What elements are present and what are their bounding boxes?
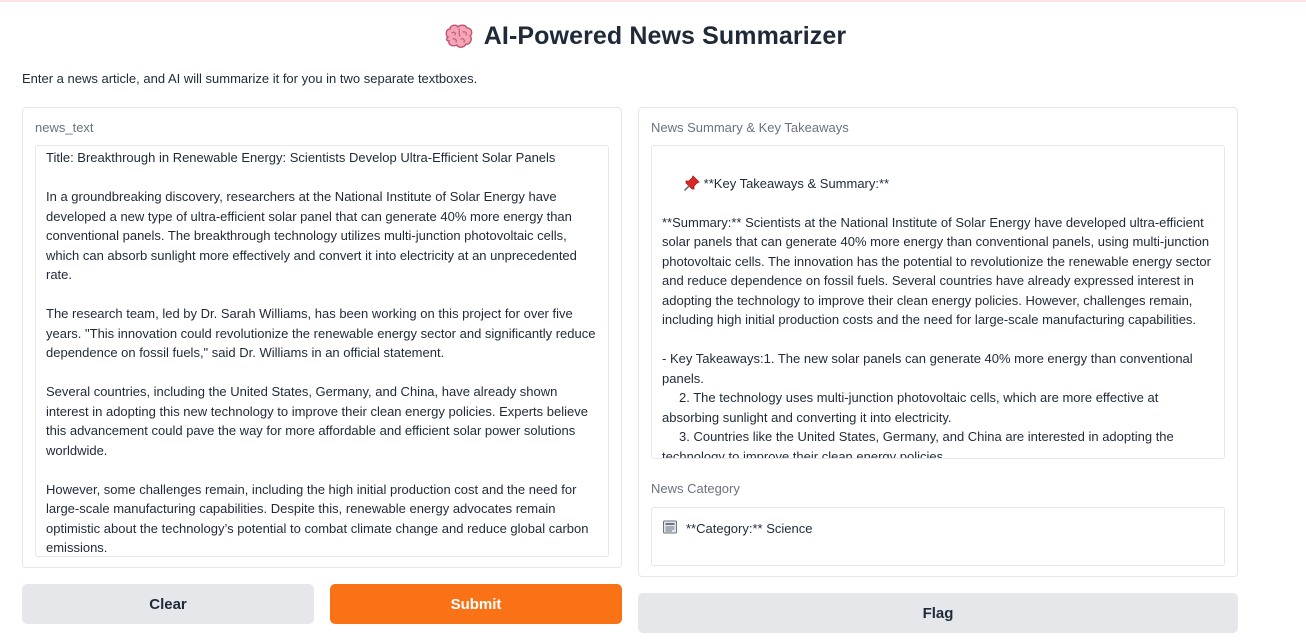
page-title: AI-Powered News Summarizer [483,21,847,50]
article-paragraph: The research team, led by Dr. Sarah Will… [46,306,596,360]
summary-spacer [662,330,1214,350]
flag-button[interactable]: Flag [638,593,1238,633]
newspaper-icon [663,520,677,534]
category-output[interactable]: **Category:** Science [651,507,1225,566]
takeaway-item: 3. Countries like the United States, Ger… [662,427,1214,459]
pushpin-icon [683,174,700,191]
takeaway-item: - Key Takeaways:1. The new solar panels … [662,351,1197,386]
category-text: **Category:** Science [686,521,813,536]
takeaway-item: 2. The technology uses multi-junction ph… [662,388,1214,427]
article-paragraph: Several countries, including the United … [46,384,588,458]
news-text-input[interactable]: Title: Breakthrough in Renewable Energy:… [35,145,609,557]
takeaway-text: 2. The technology uses multi-junction ph… [662,390,1162,425]
summary-output[interactable]: **Key Takeaways & Summary:** **Summary:*… [651,145,1225,459]
clear-button[interactable]: Clear [22,584,314,624]
top-accent-line [0,0,1306,2]
news-text-label: news_text [35,120,94,135]
summary-text: **Summary:** Scientists at the National … [662,214,1215,328]
takeaway-text: 3. Countries like the United States, Ger… [662,429,1178,459]
summary-heading: **Key Takeaways & Summary:** [703,175,890,191]
output-panel: News Summary & Key Takeaways **Key Takea… [638,107,1238,577]
page-header: AI-Powered News Summarizer [0,19,1306,53]
page-description: Enter a news article, and AI will summar… [22,71,478,86]
submit-button[interactable]: Submit [330,584,622,624]
summary-heading-line: **Key Takeaways & Summary:** [662,154,1214,213]
article-title-line: Title: Breakthrough in Renewable Energy:… [46,150,556,165]
input-panel: news_text Title: Breakthrough in Renewab… [22,107,622,568]
category-label: News Category [651,481,740,496]
summary-label: News Summary & Key Takeaways [651,120,849,135]
brain-icon [445,24,473,48]
article-paragraph: In a groundbreaking discovery, researche… [46,189,577,282]
article-paragraph: However, some challenges remain, includi… [46,481,589,556]
